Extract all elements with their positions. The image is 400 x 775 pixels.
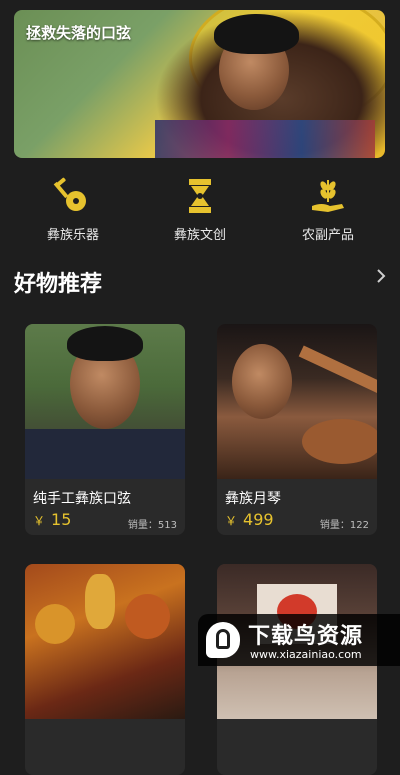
section-title: 好物推荐 [14,272,103,297]
currency-symbol: ￥ [225,514,238,528]
sales-count: 销量：122 [319,520,369,531]
watermark-brand: 下载鸟资源 [248,624,364,649]
product-image [25,324,185,479]
product-image-hair [67,326,143,361]
category-row: 彝族乐器 彝族文创 农副产品 [0,176,400,246]
product-image-lacquer-bowl [125,594,170,639]
totem-icon [145,176,255,216]
category-crafts[interactable]: 彝族文创 [145,176,255,243]
category-label: 彝族文创 [173,228,226,243]
price-value: 499 [243,510,274,529]
product-name: 纯手工彝族口弦 [33,491,131,507]
product-price: ￥ 499 [225,510,274,529]
lute-icon [18,176,128,216]
product-price: ￥ 15 [33,510,71,529]
hero-banner[interactable]: 拯救失落的口弦 [14,10,385,158]
category-farm-products[interactable]: 农副产品 [273,176,383,243]
product-card[interactable] [217,564,377,775]
sales-count: 销量：513 [127,520,177,531]
banner-headwrap-graphic [214,14,299,54]
currency-symbol: ￥ [33,514,46,528]
product-image-face [232,344,292,419]
watermark-logo [206,622,240,658]
category-label: 彝族乐器 [46,228,99,243]
product-card[interactable]: 彝族月琴 ￥ 499 销量：122 [217,324,377,535]
product-image-instrument-neck [298,345,377,395]
product-card[interactable]: 纯手工彝族口弦 ￥ 15 销量：513 [25,324,185,535]
product-image [25,564,185,719]
watermark-overlay: 下载鸟资源 www.xiazainiao.com [198,614,400,666]
watermark-url: www.xiazainiao.com [250,648,362,661]
wheat-hand-icon [273,176,383,216]
product-image [217,324,377,479]
product-image-shirt [25,429,185,479]
banner-title: 拯救失落的口弦 [26,24,132,42]
chevron-right-icon[interactable] [376,268,386,288]
category-label: 农副产品 [301,228,354,243]
category-instruments[interactable]: 彝族乐器 [18,176,128,243]
product-image-instrument-body [302,419,377,464]
product-image-lacquer-vase [85,574,115,629]
product-name: 彝族月琴 [225,491,281,507]
product-image-lacquer-bowl [35,604,75,644]
product-card[interactable] [25,564,185,775]
banner-cloth-graphic [155,120,375,158]
watermark-logo-mark [216,629,230,649]
price-value: 15 [51,510,72,529]
